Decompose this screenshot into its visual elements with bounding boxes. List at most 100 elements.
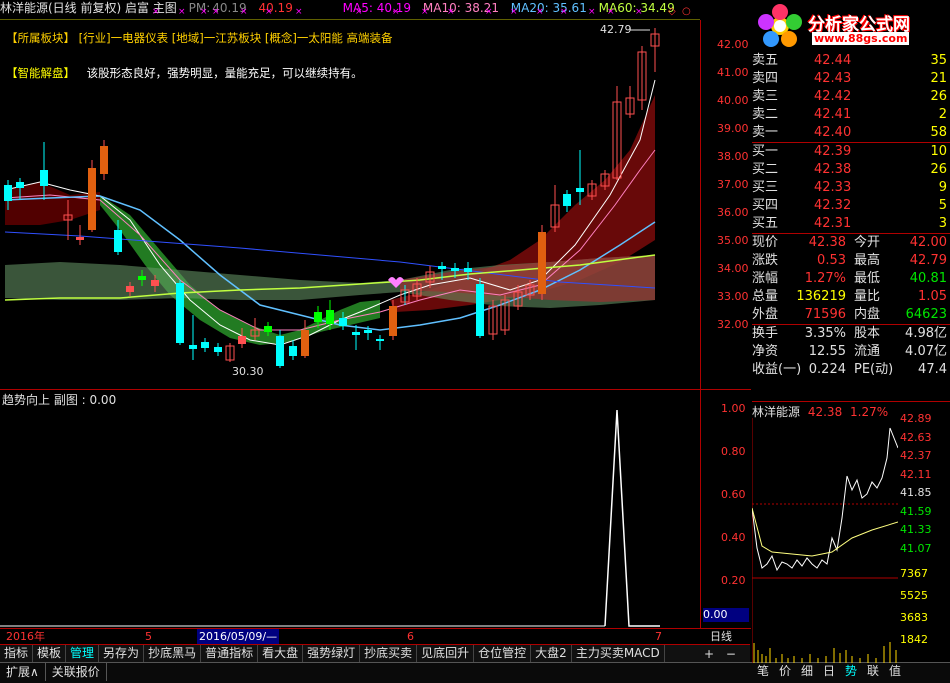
orderbook-label: 买二 — [752, 162, 779, 177]
orderbook-row: 买三 42.33 9 — [752, 179, 950, 197]
stats-row: 净资 12.55 流通 4.07亿 — [752, 343, 950, 361]
stats-row: 涨跌 0.53 最高 42.79 — [752, 252, 950, 270]
svg-text:×: × — [560, 7, 568, 17]
price-axis-label: 34.00 — [717, 262, 749, 275]
mini-axis-label: 41.59 — [900, 504, 932, 518]
orderbook-volume: 58 — [930, 125, 947, 140]
stats-value: 1.27% — [804, 271, 846, 286]
sub-axis-label: 0.60 — [721, 488, 746, 501]
mini-intraday-chart[interactable] — [752, 418, 898, 663]
orderbook-label: 卖一 — [752, 125, 779, 140]
stats-label: 最低 — [854, 271, 881, 286]
stats-label: 今开 — [854, 235, 881, 250]
mini-tab[interactable]: 细 — [796, 662, 818, 680]
indicator-tabbar: 指标 模板 管理 另存为 抄底黑马 普通指标 看大盘 强势绿灯 抄底买卖 见底回升 仓位管控 大盘2 主… — [0, 644, 700, 663]
indicator-tab[interactable]: 抄底买卖 — [360, 645, 418, 662]
orderbook-volume: 26 — [930, 89, 947, 104]
sub-value-box: 0.00 — [703, 608, 749, 622]
stats-value: 12.55 — [808, 344, 846, 359]
indicator-tab[interactable]: 普通指标 — [201, 645, 259, 662]
mini-tab[interactable]: 联 — [862, 662, 884, 680]
svg-text:×: × — [536, 7, 544, 17]
stats-label: 现价 — [752, 235, 779, 250]
mini-pct: 1.27% — [850, 405, 889, 419]
sub-axis: 1.00 0.80 0.60 0.40 0.20 0.00 — [700, 390, 752, 628]
orderbook-volume: 21 — [930, 71, 947, 86]
orderbook-label: 卖五 — [752, 53, 779, 68]
indicator-tab[interactable]: 抄底黑马 — [144, 645, 202, 662]
svg-text:×: × — [485, 7, 493, 17]
svg-text:×: × — [265, 7, 273, 17]
indicator-tab[interactable]: 管理 — [66, 645, 100, 662]
stats-value: 0.53 — [817, 253, 846, 268]
sub-axis-label: 1.00 — [721, 402, 746, 415]
orderbook-volume: 5 — [938, 198, 947, 213]
svg-text:×: × — [510, 7, 518, 17]
zoom-in-icon[interactable]: + — [704, 647, 714, 661]
indicator-tab[interactable]: 主力买卖MACD — [572, 645, 665, 662]
mini-chart-panel: 林洋能源 42.38 1.27% 42.89 42.63 42.37 42.11 41.… — [752, 401, 950, 663]
mini-tab[interactable]: 势 — [840, 662, 862, 680]
mini-vol-label: 7367 — [900, 567, 928, 580]
stats-value: 42.79 — [909, 253, 947, 268]
svg-text:×: × — [447, 7, 455, 17]
mini-tab[interactable]: 值 — [884, 662, 906, 680]
mini-volume-axis: 7367 5525 3683 1842 — [900, 567, 950, 655]
mini-tab[interactable]: 价 — [774, 662, 796, 680]
orderbook-label: 买三 — [752, 180, 779, 195]
stats-value: 42.38 — [808, 235, 846, 250]
sub-chart[interactable] — [0, 390, 700, 628]
orderbook-row: 买二 42.38 26 — [752, 161, 950, 179]
indicator-tab[interactable]: 强势绿灯 — [303, 645, 361, 662]
svg-text:×: × — [392, 7, 400, 17]
orderbook-row: 卖五 42.44 35 — [752, 52, 950, 70]
flower-icon — [758, 4, 802, 47]
logo-url: www.88gs.com — [812, 32, 910, 45]
bottom-tab[interactable]: 关联报价 — [46, 663, 107, 681]
indicator-tab[interactable]: 模板 — [33, 645, 67, 662]
stats-label: 净资 — [752, 344, 779, 359]
stats-row: 外盘 71596 内盘 64623 — [752, 306, 950, 324]
mini-vol-label: 5525 — [900, 589, 928, 602]
indicator-tab[interactable]: 另存为 — [99, 645, 145, 662]
svg-text:◇: ◇ — [668, 6, 676, 17]
indicator-tab[interactable]: 大盘2 — [531, 645, 572, 662]
mini-axis-label: 42.63 — [900, 430, 932, 444]
stats-row: 现价 42.38 今开 42.00 — [752, 234, 950, 252]
svg-text:×: × — [295, 7, 303, 17]
quote-panel: 卖五 42.44 35 卖四 42.43 21 卖三 42.42 26 卖二 42.41 2 卖一 42.… — [752, 52, 950, 379]
mini-tab[interactable]: 日 — [818, 662, 840, 680]
orderbook-price: 42.41 — [814, 107, 852, 122]
mini-vol-label: 3683 — [900, 611, 928, 624]
date-may: 5 — [145, 630, 152, 643]
svg-text:○: ○ — [682, 6, 691, 17]
sub-axis-label: 0.40 — [721, 531, 746, 544]
bottom-tab[interactable]: 扩展∧ — [0, 663, 46, 681]
mini-tab[interactable]: 笔 — [752, 662, 774, 680]
mini-price: 42.38 — [807, 405, 843, 419]
orderbook-label: 买五 — [752, 216, 779, 231]
period-label[interactable]: 日线 — [710, 629, 732, 644]
zoom-out-icon[interactable]: − — [726, 647, 736, 661]
indicator-tab[interactable]: 仓位管控 — [474, 645, 532, 662]
orderbook-price: 42.44 — [814, 53, 852, 68]
indicator-tab[interactable]: 指标 — [0, 645, 34, 662]
indicator-tab[interactable]: 看大盘 — [258, 645, 304, 662]
price-axis: 42.00 41.00 40.00 39.00 38.00 37.00 36.00 35.00… — [700, 20, 752, 390]
main-candlestick-chart[interactable]: × × × × × × × × × × × × × × × × × × 42.79 30.30 ◇ ○ — [0, 0, 700, 390]
indicator-tab[interactable]: 见底回升 — [417, 645, 475, 662]
mini-axis-label: 41.07 — [900, 541, 932, 555]
orderbook-volume: 26 — [930, 162, 947, 177]
mini-price-axis: 42.89 42.63 42.37 42.11 41.85 41.59 41.33 41.07 — [900, 412, 950, 560]
cursor-date: 2016/05/09/— — [197, 629, 280, 644]
orderbook-volume: 10 — [930, 144, 947, 159]
stats-label: 股本 — [854, 326, 881, 341]
stats-value: 1.05 — [918, 289, 947, 304]
orderbook-label: 卖四 — [752, 71, 779, 86]
svg-text:×: × — [588, 7, 596, 17]
svg-text:×: × — [212, 7, 220, 17]
price-axis-label: 33.00 — [717, 290, 749, 303]
orderbook-price: 42.43 — [814, 71, 852, 86]
svg-text:×: × — [152, 7, 160, 17]
price-axis-label: 36.00 — [717, 206, 749, 219]
